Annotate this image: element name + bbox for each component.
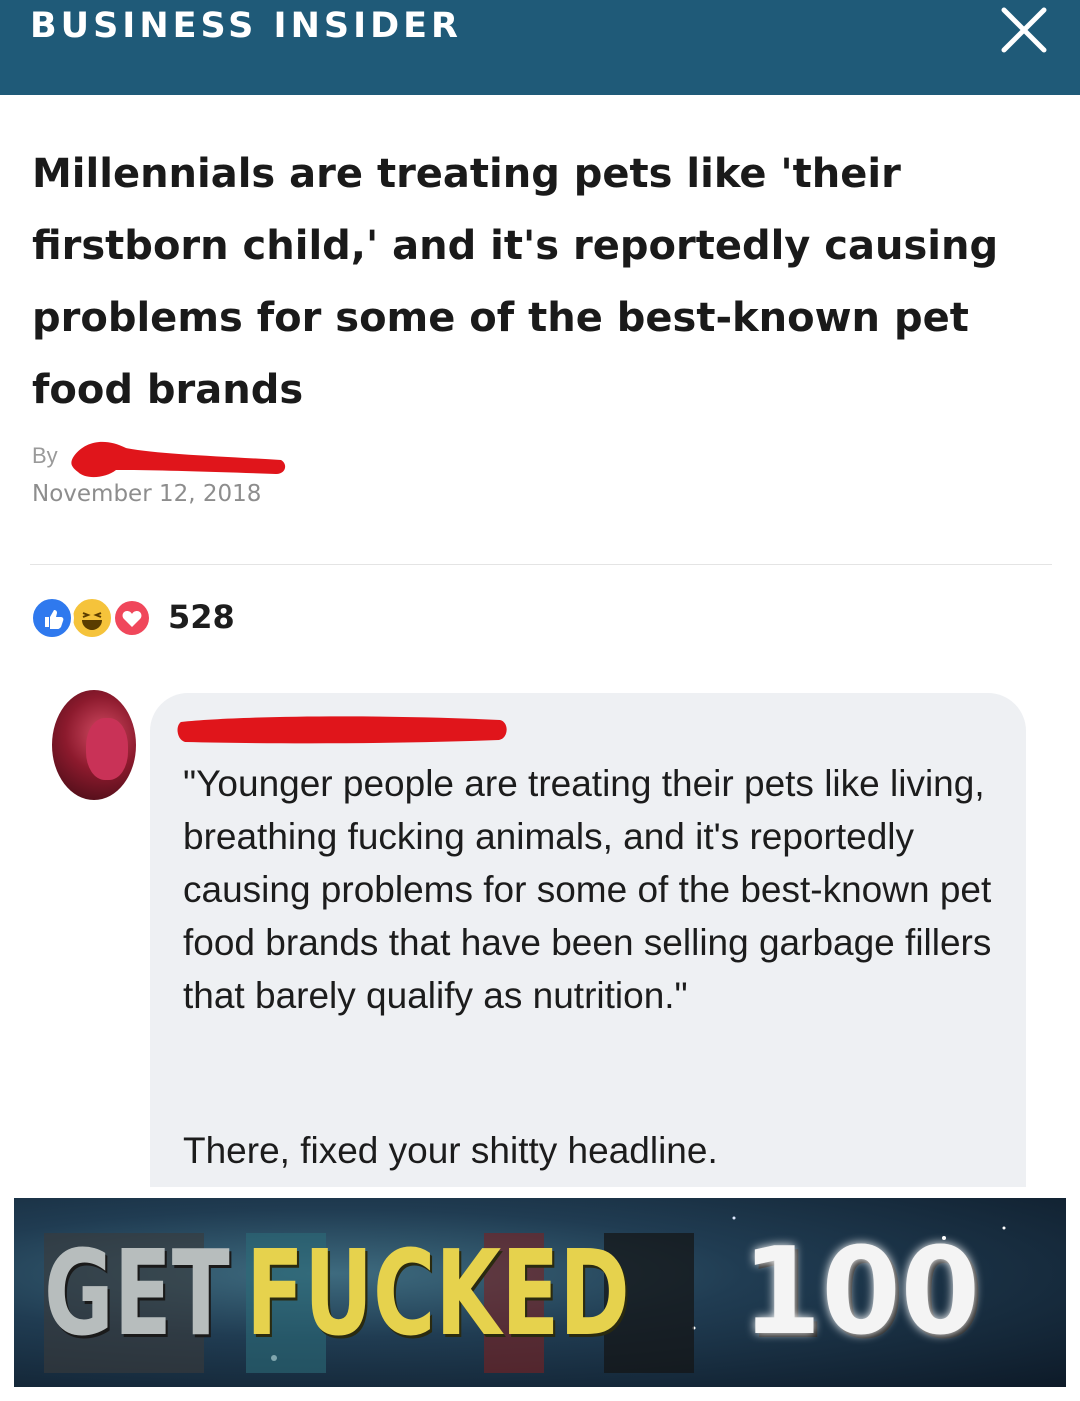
love-icon	[110, 596, 154, 640]
space-background: GET FUCKED 100	[14, 1198, 1066, 1387]
avatar-figure	[86, 718, 128, 780]
meme-caption-panel: GET FUCKED 100	[0, 1187, 1080, 1401]
article-headline[interactable]: Millennials are treating pets like 'thei…	[32, 138, 1042, 426]
brand-logo: BUSINESS INSIDER	[30, 6, 463, 46]
meme-word-fucked: FUCKED	[246, 1224, 630, 1362]
meme-number-100: 100	[742, 1223, 980, 1362]
divider	[30, 564, 1052, 565]
publish-date: November 12, 2018	[32, 481, 262, 507]
reaction-count: 528	[168, 598, 235, 636]
byline-label: By	[32, 443, 58, 468]
redaction-mark	[175, 712, 510, 748]
app-header: BUSINESS INSIDER	[0, 0, 1080, 95]
close-icon[interactable]	[996, 2, 1052, 58]
avatar[interactable]	[52, 690, 136, 800]
meme-word-get: GET	[44, 1224, 230, 1362]
comment-followup: There, fixed your shitty headline.	[183, 1130, 718, 1171]
comment-text: "Younger people are treating their pets …	[183, 763, 992, 1016]
haha-icon	[70, 596, 114, 640]
redaction-mark	[66, 434, 288, 482]
like-icon	[30, 596, 74, 640]
